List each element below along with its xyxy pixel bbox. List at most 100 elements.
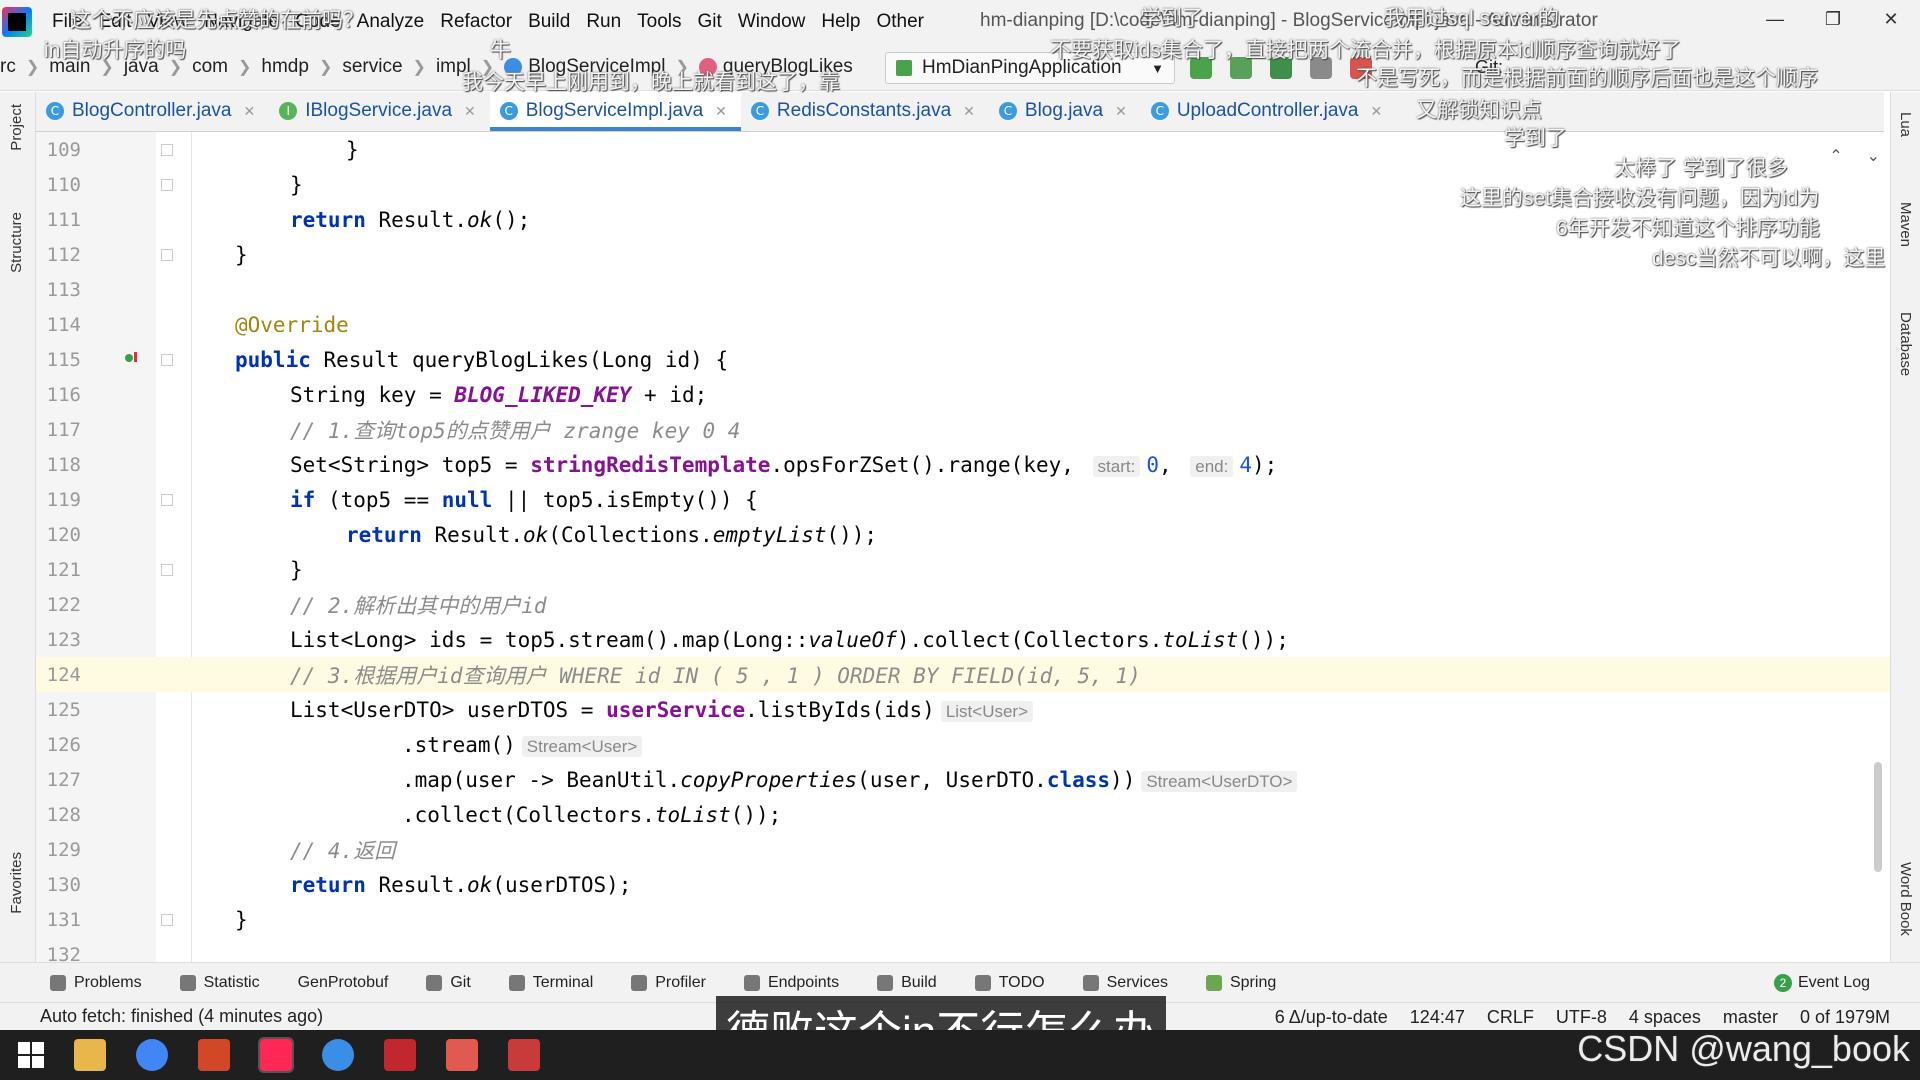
breadcrumb-com[interactable]: com ❯ [192,56,261,78]
code-text: @Override [235,312,349,337]
tab-blog[interactable]: C Blog.java ✕ [989,91,1141,131]
hammer-icon [877,974,894,991]
class-icon: C [750,102,769,120]
close-icon[interactable]: ✕ [1862,0,1920,38]
tab-uploadcontroller[interactable]: C UploadController.java ✕ [1141,91,1396,131]
menu-tools[interactable]: Tools [629,11,689,33]
file-explorer-icon[interactable] [74,1039,106,1071]
menu-other[interactable]: Other [868,11,932,33]
code-text: .collect(Collectors.toList()); [402,802,782,827]
code-line: 118 Set<String> top5 = stringRedisTempla… [36,447,1890,482]
build-button[interactable]: Build [877,974,937,992]
close-icon[interactable]: ✕ [464,103,476,120]
word-book-tool-button[interactable]: Word Book [1897,862,1914,936]
code-editor[interactable]: 109 } 110 } 111 return Result.ok(); 112 … [36,132,1890,962]
vcs-status[interactable]: 6 Δ/up-to-date [1275,1007,1388,1028]
fold-icon[interactable] [161,354,173,366]
breadcrumb-hmdp[interactable]: hmdp ❯ [261,56,342,78]
breadcrumb-rc[interactable]: rc ❯ [0,56,49,78]
database-tool-button[interactable]: Database [1897,312,1914,376]
line-separator[interactable]: CRLF [1487,1007,1534,1028]
code-line: 120 return Result.ok(Collections.emptyLi… [36,517,1890,552]
fold-icon[interactable] [161,144,173,156]
param-hint: end: [1190,455,1234,477]
danmaku-comment: 这个不应该是先点赞的在前吗？ [70,9,364,32]
code-text: return Result.ok(Collections.emptyList()… [346,522,878,547]
fold-icon[interactable] [161,564,173,576]
fold-icon[interactable] [161,179,173,191]
close-icon[interactable]: ✕ [963,103,975,120]
browser-icon[interactable] [322,1039,354,1071]
code-line: 117 // 1.查询top5的点赞用户 zrange key 0 4 [36,412,1890,447]
line-number: 121 [46,558,81,581]
close-icon[interactable]: ✕ [243,103,255,120]
code-line: 132 [36,937,1890,963]
problems-button[interactable]: Problems [50,974,142,992]
close-icon[interactable]: ✕ [1115,103,1127,120]
breadcrumb-service[interactable]: service ❯ [342,56,436,78]
menu-help[interactable]: Help [813,11,868,33]
statistic-button[interactable]: Statistic [179,974,260,992]
genprotobuf-button[interactable]: GenProtobuf [298,974,389,992]
chrome-icon[interactable] [136,1039,168,1071]
breadcrumb-label: hmdp [261,55,309,77]
fold-icon[interactable] [161,494,173,506]
git-button[interactable]: Git [426,974,471,992]
project-tool-button[interactable]: Project [8,104,25,151]
redis-desktop-icon[interactable] [384,1039,416,1071]
menu-build[interactable]: Build [520,11,578,33]
windows-start-icon[interactable] [18,1042,44,1068]
statistic-icon [179,974,196,991]
line-number: 129 [46,838,81,861]
tab-redisconstants[interactable]: C RedisConstants.java ✕ [741,91,989,131]
code-text: if (top5 == null || top5.isEmpty()) { [290,487,758,512]
menu-refactor[interactable]: Refactor [432,11,520,33]
fold-icon[interactable] [161,249,173,261]
git-branch[interactable]: master [1723,1007,1778,1028]
menu-window[interactable]: Window [730,11,814,33]
right-tool-strip: Lua Maven Database Word Book [1890,92,1920,962]
menu-run[interactable]: Run [578,11,629,33]
lua-tool-button[interactable]: Lua [1897,112,1914,137]
type-hint: List<User> [940,700,1034,722]
editor-inspection-controls: ⌃ ⌄ [1829,146,1880,166]
tab-blogserviceimpl[interactable]: C BlogServiceImpl.java ✕ [489,91,742,131]
code-text: } [290,557,303,582]
todo-button[interactable]: TODO [974,974,1045,992]
breadcrumb-label: rc [0,55,16,77]
close-icon[interactable]: ✕ [1370,103,1382,120]
vertical-scrollbar[interactable] [1874,762,1882,872]
tool-label: Profiler [655,973,706,991]
chevron-up-icon[interactable]: ⌃ [1829,146,1842,166]
fold-icon[interactable] [161,914,173,926]
minimize-icon[interactable]: — [1746,0,1804,38]
chevron-down-icon[interactable]: ⌄ [1867,146,1880,166]
menu-git[interactable]: Git [690,11,730,33]
spring-button[interactable]: Spring [1205,974,1276,992]
code-line: 113 [36,272,1890,307]
screen-capture-icon[interactable] [508,1039,540,1071]
tab-blogcontroller[interactable]: C BlogController.java ✕ [36,91,269,131]
close-icon[interactable]: ✕ [715,103,727,120]
drawing-app-icon[interactable] [446,1039,478,1071]
tab-iblogservice[interactable]: I IBlogService.java ✕ [269,91,490,131]
memory-indicator[interactable]: 0 of 1979M [1800,1007,1890,1028]
implements-method-icon[interactable] [122,351,138,368]
indent-setting[interactable]: 4 spaces [1629,1007,1701,1028]
favorites-tool-button[interactable]: Favorites [8,852,25,914]
endpoints-button[interactable]: Endpoints [743,974,839,992]
maven-tool-button[interactable]: Maven [1897,202,1914,247]
status-message[interactable]: Auto fetch: finished (4 minutes ago) [40,1006,323,1027]
cursor-position[interactable]: 124:47 [1410,1007,1465,1028]
intellij-icon[interactable] [258,1037,294,1073]
event-log-button[interactable]: 2 Event Log [1773,974,1870,992]
file-encoding[interactable]: UTF-8 [1556,1007,1607,1028]
services-button[interactable]: Services [1082,974,1168,992]
profiler-button[interactable]: Profiler [631,974,706,992]
code-line: 109 } [36,132,1890,167]
structure-tool-button[interactable]: Structure [8,212,25,273]
code-line: 126 .stream() Stream<User> [36,727,1890,762]
restore-icon[interactable]: ❐ [1804,0,1862,38]
terminal-button[interactable]: Terminal [508,974,593,992]
powerpoint-icon[interactable] [198,1039,230,1071]
